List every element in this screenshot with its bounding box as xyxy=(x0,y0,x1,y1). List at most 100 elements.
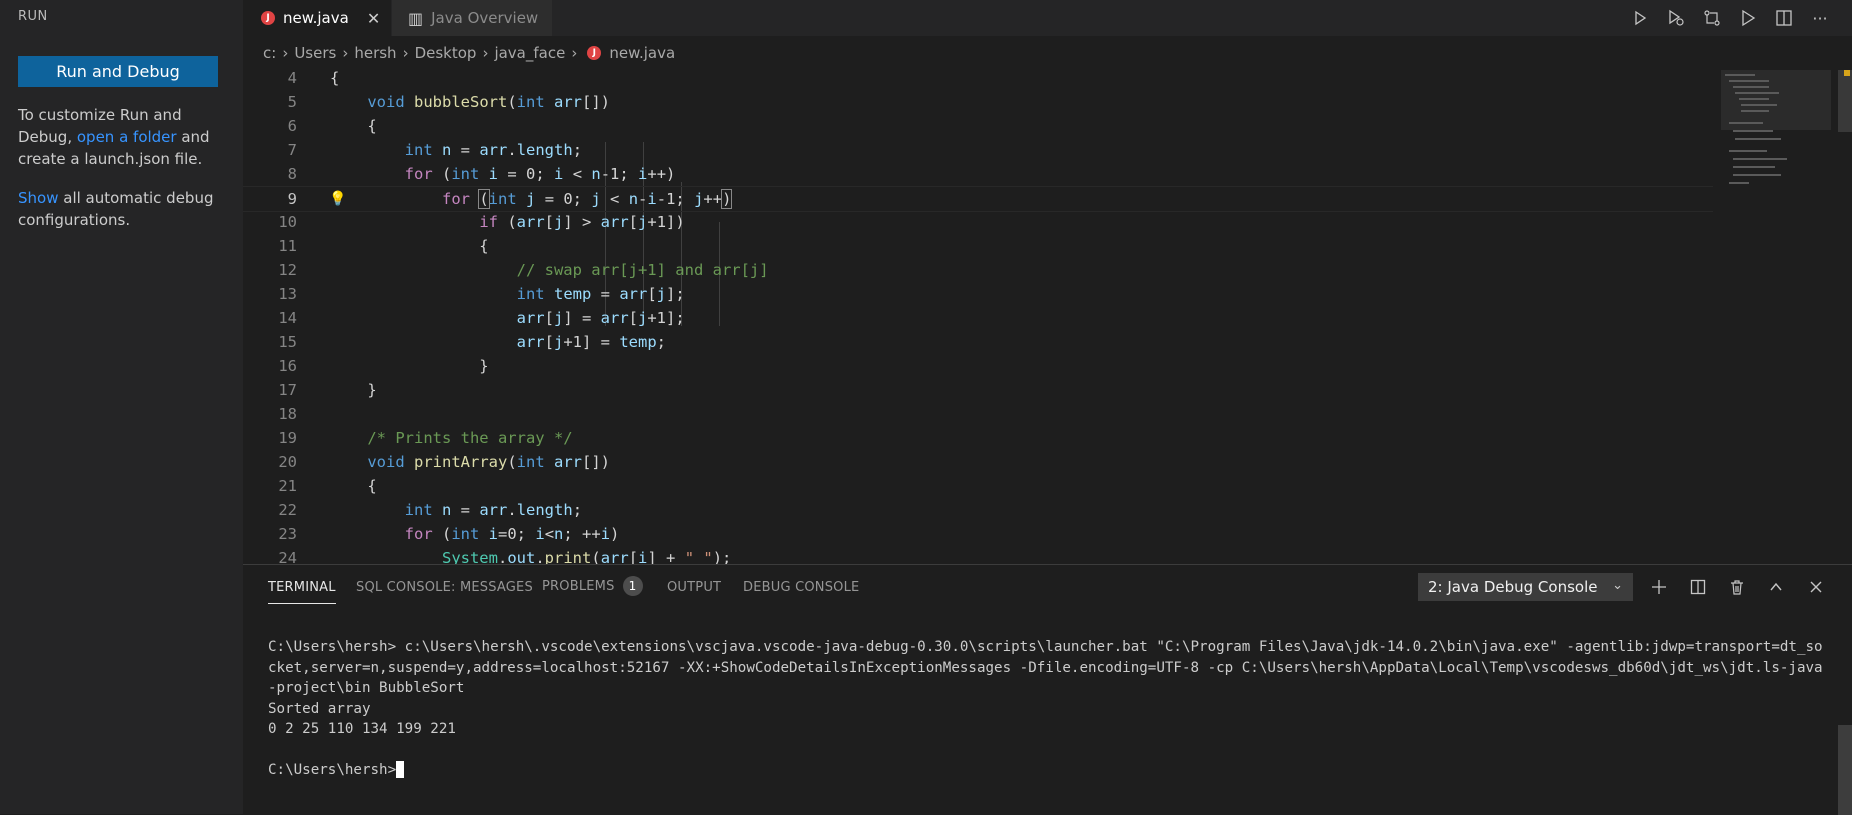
tab-label: Java Overview xyxy=(431,9,539,27)
tab-problems-label: PROBLEMS xyxy=(542,579,615,594)
breadcrumb-item[interactable]: hersh xyxy=(354,44,396,62)
code-line: 15 arr[j+1] = temp; xyxy=(243,330,1713,354)
chevron-right-icon: › xyxy=(402,44,409,62)
tab-output[interactable]: OUTPUT xyxy=(667,580,721,595)
code-line: 11 { xyxy=(243,234,1713,258)
minimap-line xyxy=(1733,158,1787,160)
terminal-output-line: 0 2 25 110 134 199 221 xyxy=(268,721,456,737)
more-actions-icon[interactable]: ··· xyxy=(1802,0,1838,36)
code-line: 8 for (int i = 0; i < n-1; i++) xyxy=(243,162,1713,186)
minimap-line xyxy=(1729,182,1749,184)
play-icon[interactable] xyxy=(1730,0,1766,36)
editor-scrollbar[interactable] xyxy=(1838,70,1852,564)
maximize-panel-icon[interactable] xyxy=(1762,573,1790,601)
terminal-command-line: C:\Users\hersh> c:\Users\hersh\.vscode\e… xyxy=(268,639,1823,696)
line-number: 12 xyxy=(278,261,297,279)
terminal-output[interactable]: C:\Users\hersh> c:\Users\hersh\.vscode\e… xyxy=(268,637,1828,780)
run-icon[interactable] xyxy=(1622,0,1658,36)
split-editor-icon[interactable] xyxy=(1766,0,1802,36)
open-folder-link[interactable]: open a folder xyxy=(77,128,177,146)
code-line: 13 int temp = arr[j]; xyxy=(243,282,1713,306)
line-number: 5 xyxy=(287,93,297,111)
minimap[interactable] xyxy=(1721,70,1831,564)
minimap-line xyxy=(1733,166,1775,168)
minimap-line xyxy=(1735,92,1779,94)
trash-icon[interactable] xyxy=(1723,573,1751,601)
line-number: 14 xyxy=(278,309,297,327)
debug-run-icon[interactable] xyxy=(1658,0,1694,36)
code-line: 22 int n = arr.length; xyxy=(243,498,1713,522)
sidebar-title: RUN xyxy=(18,9,48,24)
code-line: 12 // swap arr[j+1] and arr[j] xyxy=(243,258,1713,282)
code-line: 10 if (arr[j] > arr[j+1]) xyxy=(243,210,1713,234)
split-terminal-icon[interactable] xyxy=(1684,573,1712,601)
compare-changes-icon[interactable] xyxy=(1694,0,1730,36)
overview-ruler-marker xyxy=(1844,70,1850,76)
help-text-launch: To customize Run and Debug, open a folde… xyxy=(18,104,223,170)
show-configurations-link[interactable]: Show xyxy=(18,189,58,207)
line-number: 7 xyxy=(287,141,297,159)
tab-terminal[interactable]: TERMINAL xyxy=(268,580,336,604)
code-line: 20 void printArray(int arr[]) xyxy=(243,450,1713,474)
close-panel-icon[interactable] xyxy=(1802,573,1830,601)
code-line: 18 xyxy=(243,402,1713,426)
run-sidebar: RUN Run and Debug To customize Run and D… xyxy=(0,0,243,814)
bottom-panel: TERMINAL SQL CONSOLE: MESSAGES PROBLEMS 1… xyxy=(243,564,1852,815)
tab-new-java[interactable]: J new.java ✕ xyxy=(243,0,391,36)
run-and-debug-button[interactable]: Run and Debug xyxy=(18,56,218,87)
scrollbar-thumb[interactable] xyxy=(1838,70,1852,132)
tab-sql-console[interactable]: SQL CONSOLE: MESSAGES xyxy=(356,580,533,595)
terminal-select[interactable]: 2: Java Debug Console ⌄ xyxy=(1418,573,1633,601)
line-number: 23 xyxy=(278,525,297,543)
code-editor[interactable]: 4{ 5 void bubbleSort(int arr[]) 6 { 7 in… xyxy=(243,70,1852,564)
chevron-right-icon: › xyxy=(482,44,489,62)
breadcrumb-item[interactable]: new.java xyxy=(609,44,675,62)
code-line: 14 arr[j] = arr[j+1]; xyxy=(243,306,1713,330)
new-terminal-icon[interactable] xyxy=(1645,573,1673,601)
line-number: 22 xyxy=(278,501,297,519)
code-line: 5 void bubbleSort(int arr[]) xyxy=(243,90,1713,114)
chevron-right-icon: › xyxy=(342,44,349,62)
breadcrumb-item[interactable]: Users xyxy=(294,44,336,62)
editor-tab-bar: J new.java ✕ ▥ Java Overview ··· xyxy=(243,0,1852,36)
code-line: 16 } xyxy=(243,354,1713,378)
close-icon[interactable]: ✕ xyxy=(367,9,380,28)
line-number: 15 xyxy=(278,333,297,351)
tab-java-overview[interactable]: ▥ Java Overview xyxy=(392,0,552,36)
line-number: 17 xyxy=(278,381,297,399)
minimap-line xyxy=(1729,122,1763,124)
terminal-prompt: C:\Users\hersh> xyxy=(268,761,397,778)
tab-problems[interactable]: PROBLEMS 1 xyxy=(542,576,643,596)
line-number: 13 xyxy=(278,285,297,303)
terminal-scrollbar[interactable] xyxy=(1838,725,1852,815)
code-line: 17 } xyxy=(243,378,1713,402)
minimap-line xyxy=(1725,74,1755,76)
chevron-right-icon: › xyxy=(571,44,578,62)
terminal-cursor xyxy=(396,761,405,778)
code-line: 7 int n = arr.length; xyxy=(243,138,1713,162)
code-line: 6 { xyxy=(243,114,1713,138)
breadcrumb-item[interactable]: java_face xyxy=(494,44,565,62)
breadcrumb-item[interactable]: c: xyxy=(263,44,276,62)
chevron-down-icon: ⌄ xyxy=(1612,578,1623,593)
problems-count-badge: 1 xyxy=(622,576,643,596)
code-line: 21 { xyxy=(243,474,1713,498)
minimap-slider[interactable] xyxy=(1721,70,1831,130)
breadcrumb-item[interactable]: Desktop xyxy=(415,44,477,62)
line-number: 20 xyxy=(278,453,297,471)
line-number: 19 xyxy=(278,429,297,447)
java-file-icon: J xyxy=(587,46,602,60)
terminal-output-line: Sorted array xyxy=(268,700,371,717)
code-line-current: 9 💡 for (int j = 0; j < n-i-1; j++) xyxy=(243,186,1713,212)
line-number: 10 xyxy=(278,213,297,231)
minimap-line xyxy=(1733,130,1773,132)
code-line: 24 System.out.print(arr[i] + " "); xyxy=(243,546,1713,564)
minimap-line xyxy=(1729,150,1767,152)
editor-toolbar: ··· xyxy=(1622,0,1838,36)
terminal-prompt-line: C:\Users\hersh> xyxy=(268,760,1828,781)
tab-debug-console[interactable]: DEBUG CONSOLE xyxy=(743,580,859,595)
java-file-icon: J xyxy=(261,11,275,25)
line-number: 6 xyxy=(287,117,297,135)
line-number: 24 xyxy=(278,549,297,564)
minimap-line xyxy=(1735,138,1781,140)
